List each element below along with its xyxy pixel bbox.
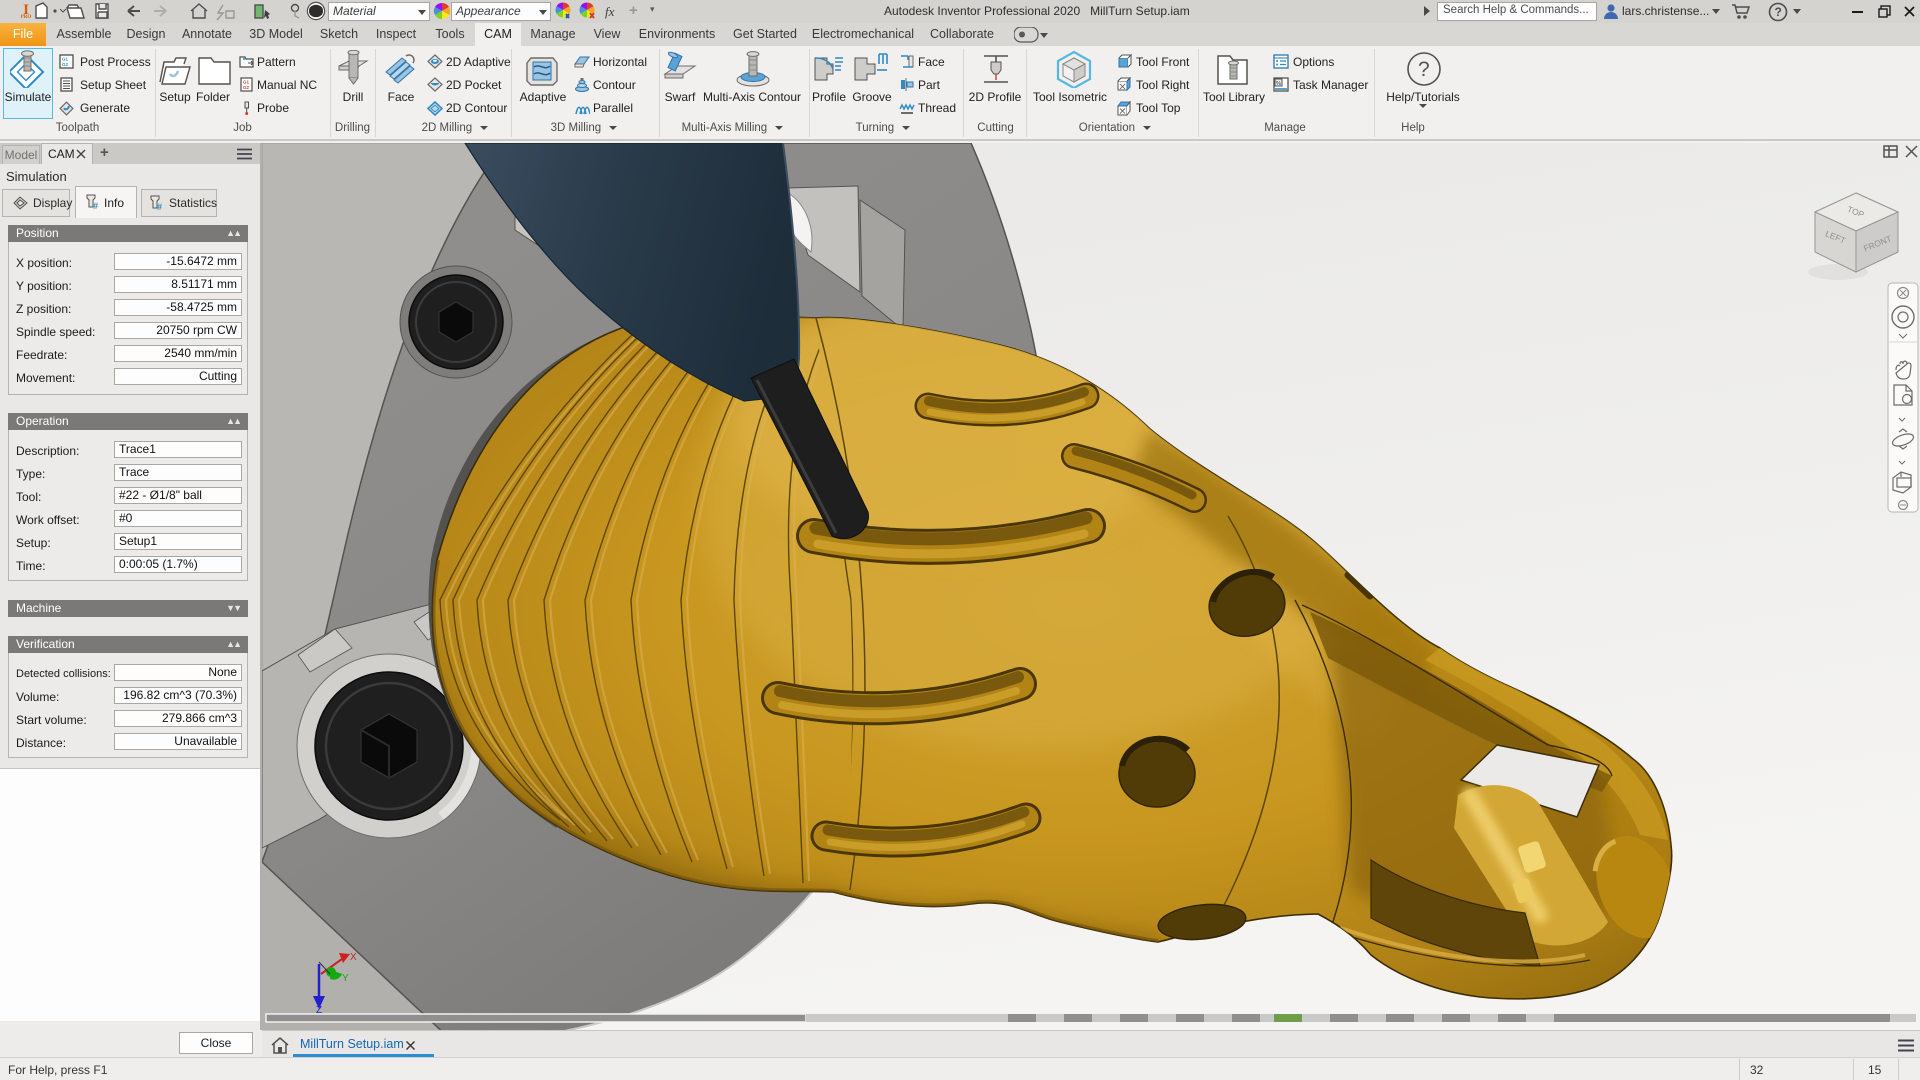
- svg-text:Y: Y: [342, 973, 349, 984]
- svg-text:fx: fx: [605, 4, 615, 19]
- svg-text:G1: G1: [243, 80, 250, 85]
- svg-text:%: %: [1276, 81, 1281, 87]
- svg-text:G2: G2: [62, 62, 69, 67]
- svg-text:G1: G1: [62, 57, 69, 62]
- svg-text:#: #: [93, 201, 98, 211]
- svg-text:#: #: [157, 202, 162, 212]
- svg-text:?: ?: [1775, 5, 1782, 19]
- svg-text:?: ?: [1418, 58, 1430, 81]
- svg-text:G2: G2: [243, 85, 250, 90]
- svg-text:X: X: [350, 952, 357, 963]
